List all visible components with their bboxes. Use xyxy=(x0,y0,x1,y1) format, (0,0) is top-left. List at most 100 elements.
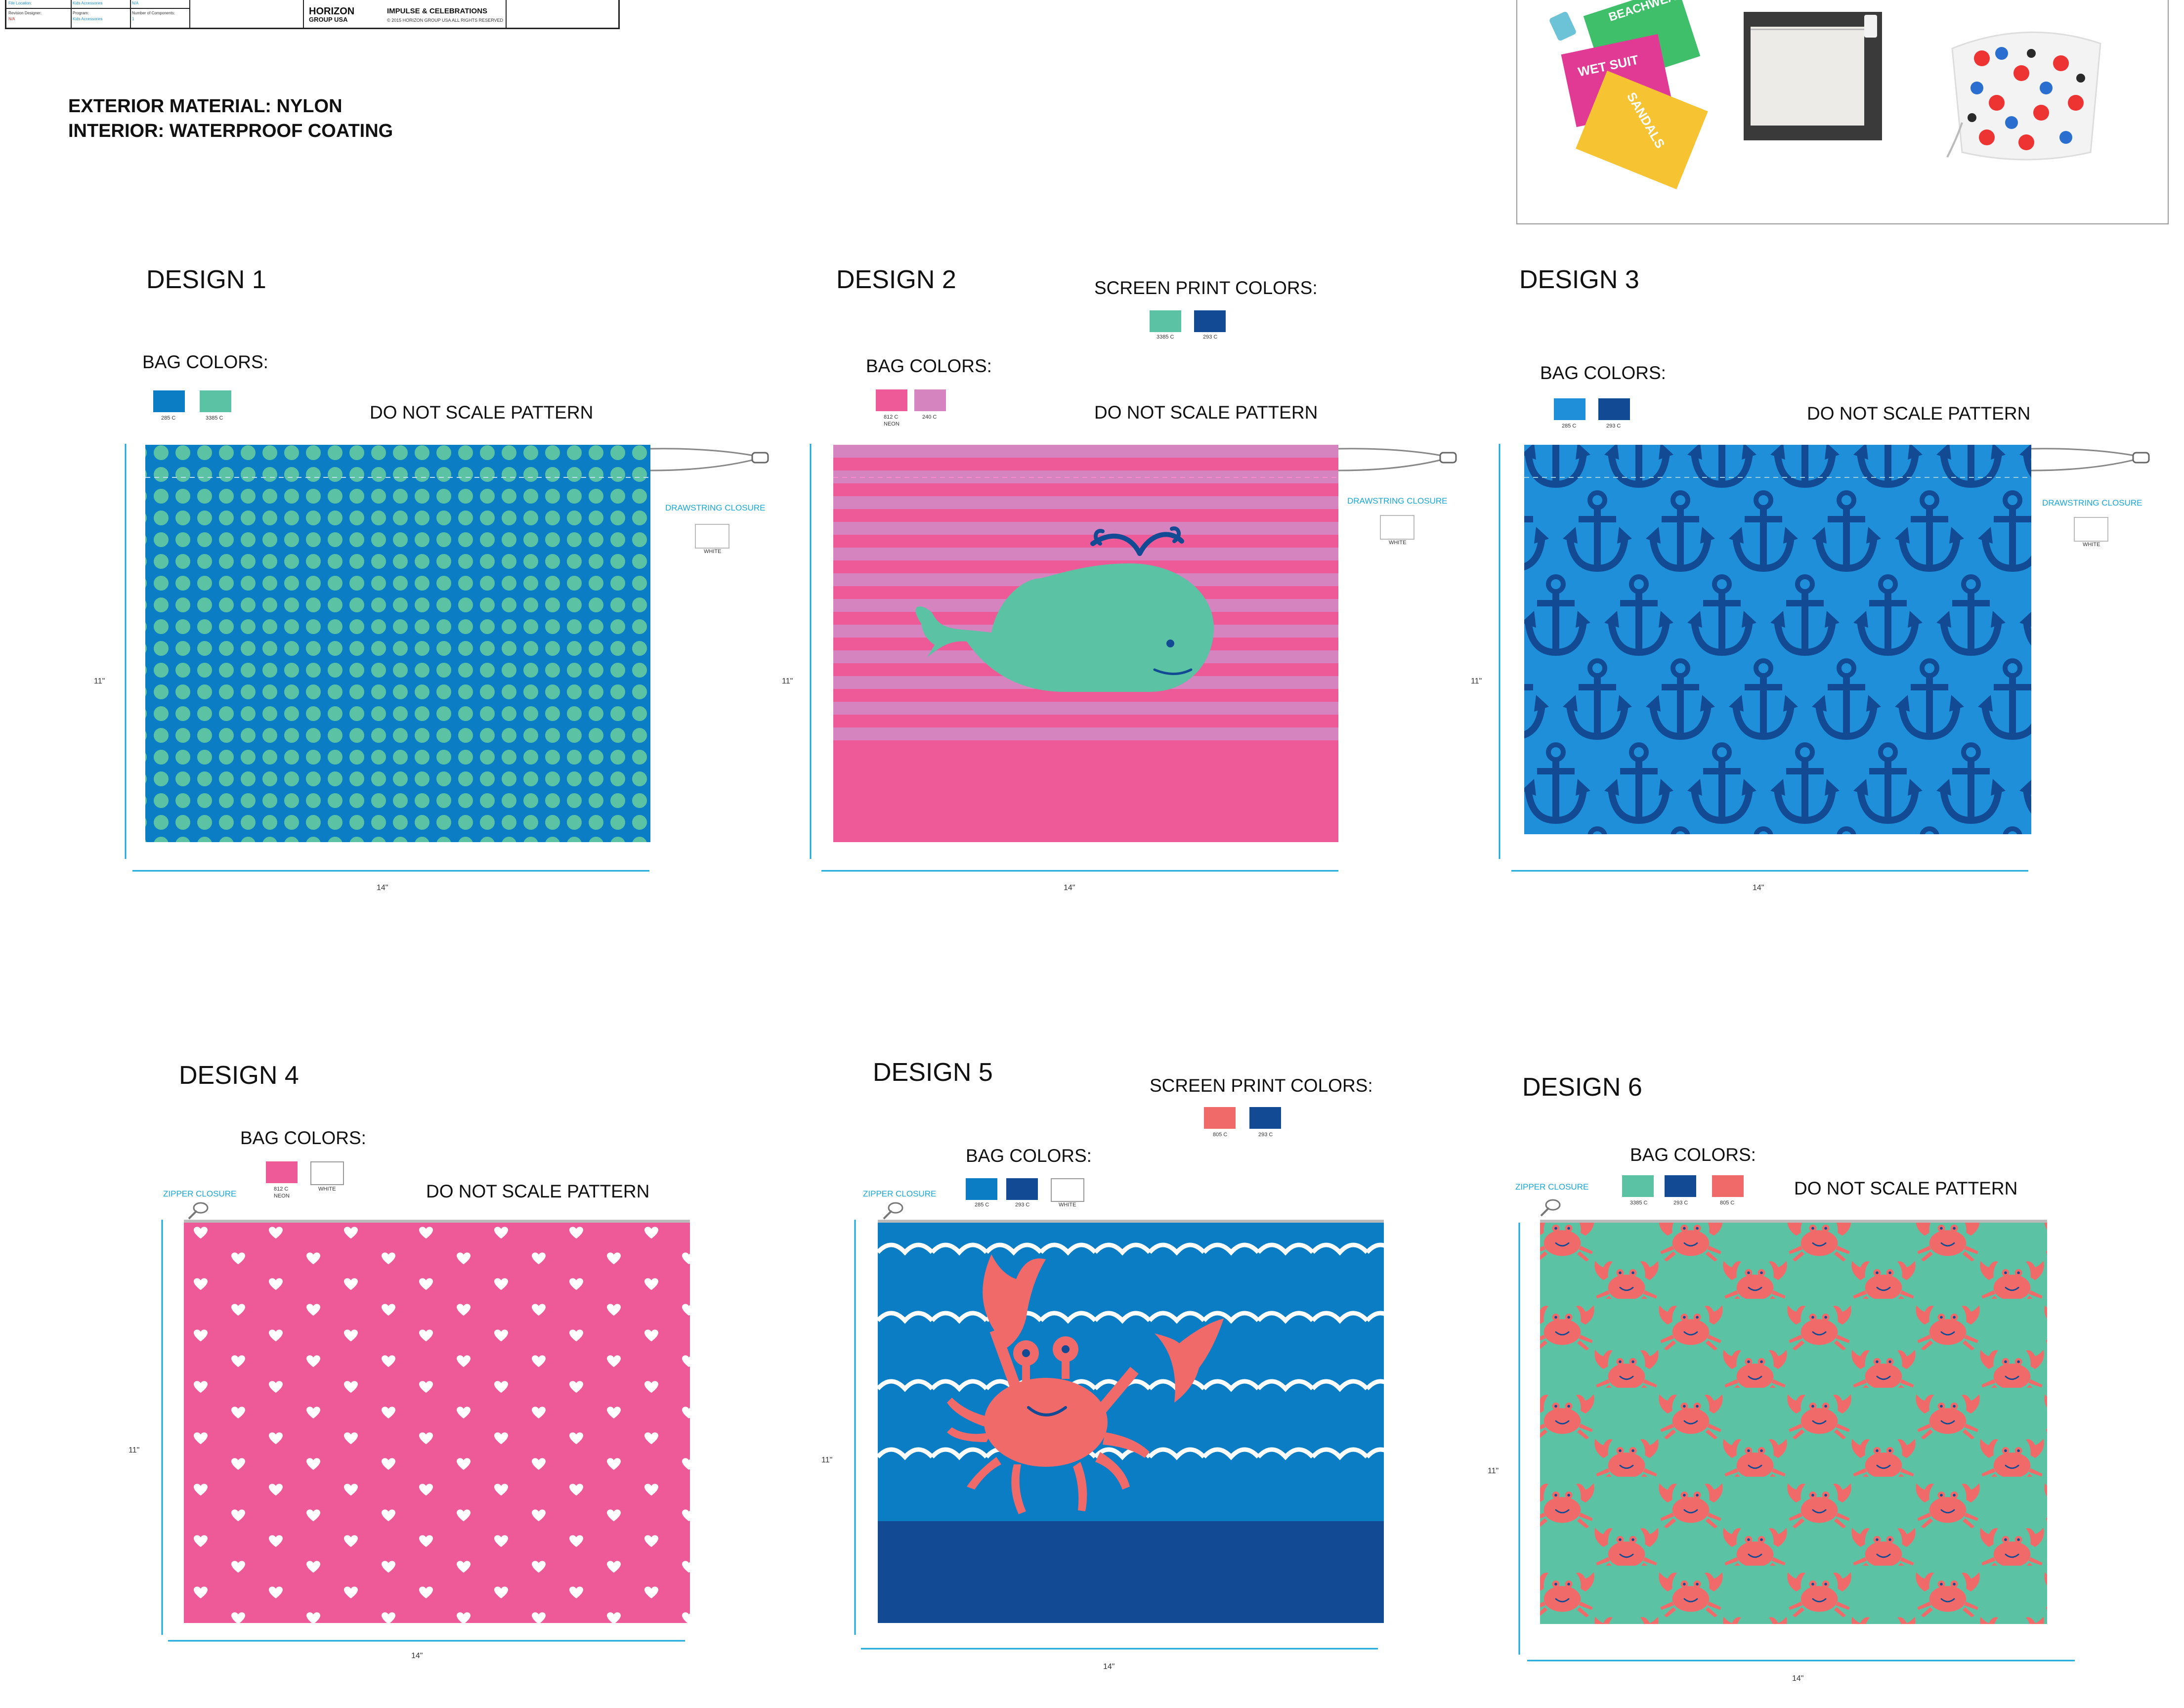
design-5-swatch-1-code: 285 C xyxy=(975,1202,989,1208)
design-3-swatch-2-code: 293 C xyxy=(1606,423,1621,429)
design-3-width: 14" xyxy=(1753,884,1764,892)
design-5-bag xyxy=(878,1220,1384,1623)
design-5-screen-print-label: SCREEN PRINT COLORS: xyxy=(1150,1075,1373,1096)
design-6-swatch-1-code: 3385 C xyxy=(1630,1200,1648,1206)
design-4-swatch-1 xyxy=(266,1161,298,1183)
design-1-height: 11" xyxy=(94,677,105,685)
design-2-screen-print-label: SCREEN PRINT COLORS: xyxy=(1094,278,1318,298)
design-3-swatch-1 xyxy=(1554,398,1585,420)
design-6-width-line xyxy=(1527,1660,2075,1662)
program-value: Kids Accessories xyxy=(73,17,103,21)
design-2-bag-colors-label: BAG COLORS: xyxy=(866,356,992,376)
design-2-string-swatch xyxy=(1380,515,1414,540)
design-4-swatch-2 xyxy=(310,1161,344,1185)
design-1-swatch-2-code: 3385 C xyxy=(206,415,223,421)
design-5-title: DESIGN 5 xyxy=(873,1058,993,1087)
design-6-bag xyxy=(1540,1220,2047,1624)
design-1-height-line xyxy=(125,444,127,859)
design-4-width: 14" xyxy=(411,1652,423,1660)
design-6-bag-colors-label: BAG COLORS: xyxy=(1630,1145,1756,1165)
revision-designer-value: N/A xyxy=(8,17,15,21)
design-6-width: 14" xyxy=(1792,1674,1804,1683)
design-5-print-swatch-2 xyxy=(1249,1107,1281,1129)
design-4-bag xyxy=(184,1220,690,1623)
interior-material: INTERIOR: WATERPROOF COATING xyxy=(68,121,393,141)
design-6-swatch-1 xyxy=(1622,1175,1654,1197)
brand-name: IMPULSE & CELEBRATIONS xyxy=(387,7,488,15)
design-3-height-line xyxy=(1499,444,1500,859)
design-4-zipper-pull-icon xyxy=(188,1202,209,1220)
design-5-swatch-3-code: WHITE xyxy=(1059,1202,1076,1208)
design-3-bag xyxy=(1524,445,2031,834)
design-2-print-swatch-2 xyxy=(1194,310,1226,332)
design-2-drawstring-label: DRAWSTRING CLOSURE xyxy=(1347,496,1448,506)
design-4-swatch-1-note: NEON xyxy=(274,1193,290,1199)
design-4-zipper-label: ZIPPER CLOSURE xyxy=(163,1189,237,1198)
components-label: Number of Components: xyxy=(132,11,175,15)
design-5-height: 11" xyxy=(821,1456,833,1464)
design-6-swatch-3-code: 805 C xyxy=(1720,1200,1735,1206)
components-value: 1 xyxy=(132,17,134,21)
design-1-width: 14" xyxy=(377,884,388,892)
design-6-do-not-scale: DO NOT SCALE PATTERN xyxy=(1794,1178,2018,1198)
design-3-swatch-2 xyxy=(1598,398,1630,420)
design-2-width-line xyxy=(821,870,1338,872)
design-6-zipper-pull-icon xyxy=(1540,1199,1561,1217)
program-label: Program: xyxy=(73,11,89,15)
design-2-string-color: WHITE xyxy=(1389,540,1407,546)
design-3-do-not-scale: DO NOT SCALE PATTERN xyxy=(1807,403,2031,424)
design-1-swatch-1-code: 285 C xyxy=(161,415,176,421)
design-2-width: 14" xyxy=(1064,884,1075,892)
design-3-height: 11" xyxy=(1471,677,1482,685)
exterior-material: EXTERIOR MATERIAL: NYLON xyxy=(68,96,343,117)
design-2-title: DESIGN 2 xyxy=(836,265,956,294)
design-6-swatch-2-code: 293 C xyxy=(1673,1200,1688,1206)
design-5-zipper-label: ZIPPER CLOSURE xyxy=(863,1189,937,1198)
design-5-swatch-1 xyxy=(966,1178,997,1200)
design-5-width-line xyxy=(861,1648,1378,1650)
design-3-width-line xyxy=(1511,870,2028,872)
design-2-height: 11" xyxy=(782,677,793,685)
design-1-string-swatch xyxy=(695,524,729,549)
wet-bags-photo: BEACHWEAR WET SUIT SANDALS xyxy=(1548,0,1708,202)
design-2-bag xyxy=(833,445,1338,842)
reference-photo-panel: BEACHWEAR WET SUIT SANDALS xyxy=(1516,0,2169,224)
design-1-swatch-1 xyxy=(153,390,185,412)
design-5-width: 14" xyxy=(1103,1663,1115,1671)
design-1-drawstring xyxy=(650,448,769,471)
design-3-swatch-1-code: 285 C xyxy=(1562,423,1577,429)
white-bag-photo xyxy=(1744,12,1882,140)
design-6-swatch-2 xyxy=(1665,1175,1696,1197)
file-location-label: File Location: xyxy=(8,1,32,5)
design-2-swatch-1-code: 812 C xyxy=(884,414,899,420)
design-1-swatch-2 xyxy=(200,390,231,412)
design-4-width-line xyxy=(168,1640,685,1642)
design-2-drawstring xyxy=(1338,448,1457,471)
design-1-bag-colors-label: BAG COLORS: xyxy=(142,352,268,372)
design-4-height-line xyxy=(161,1220,163,1635)
design-3-bag-colors-label: BAG COLORS: xyxy=(1540,363,1666,383)
file-location-value: Kids Accessories xyxy=(73,1,103,5)
design-1-do-not-scale: DO NOT SCALE PATTERN xyxy=(370,402,594,423)
design-2-print-swatch-2-code: 293 C xyxy=(1203,334,1218,340)
design-5-print-swatch-1-code: 805 C xyxy=(1213,1132,1228,1138)
design-1-drawstring-label: DRAWSTRING CLOSURE xyxy=(665,503,766,512)
design-4-swatch-1-code: 812 C xyxy=(274,1186,289,1192)
design-2-height-line xyxy=(810,444,812,859)
design-4-swatch-2-code: WHITE xyxy=(318,1186,336,1192)
design-3-drawstring-label: DRAWSTRING CLOSURE xyxy=(2042,498,2142,508)
design-3-title: DESIGN 3 xyxy=(1519,265,1639,294)
design-3-string-swatch xyxy=(2074,517,2108,542)
design-5-print-swatch-1 xyxy=(1204,1107,1236,1129)
design-2-do-not-scale: DO NOT SCALE PATTERN xyxy=(1094,402,1318,423)
design-1-title: DESIGN 1 xyxy=(146,265,266,294)
design-2-swatch-1 xyxy=(876,389,907,411)
design-6-title: DESIGN 6 xyxy=(1522,1073,1642,1102)
design-2-swatch-2 xyxy=(914,389,946,411)
design-5-height-line xyxy=(854,1220,856,1635)
copyright: © 2015 HORIZON GROUP USA ALL RIGHTS RESE… xyxy=(387,18,504,23)
revision-designer-label: Revision Designer: xyxy=(8,11,42,15)
design-6-swatch-3 xyxy=(1712,1175,1744,1197)
design-6-height-line xyxy=(1518,1223,1520,1655)
design-4-bag-colors-label: BAG COLORS: xyxy=(240,1128,366,1148)
